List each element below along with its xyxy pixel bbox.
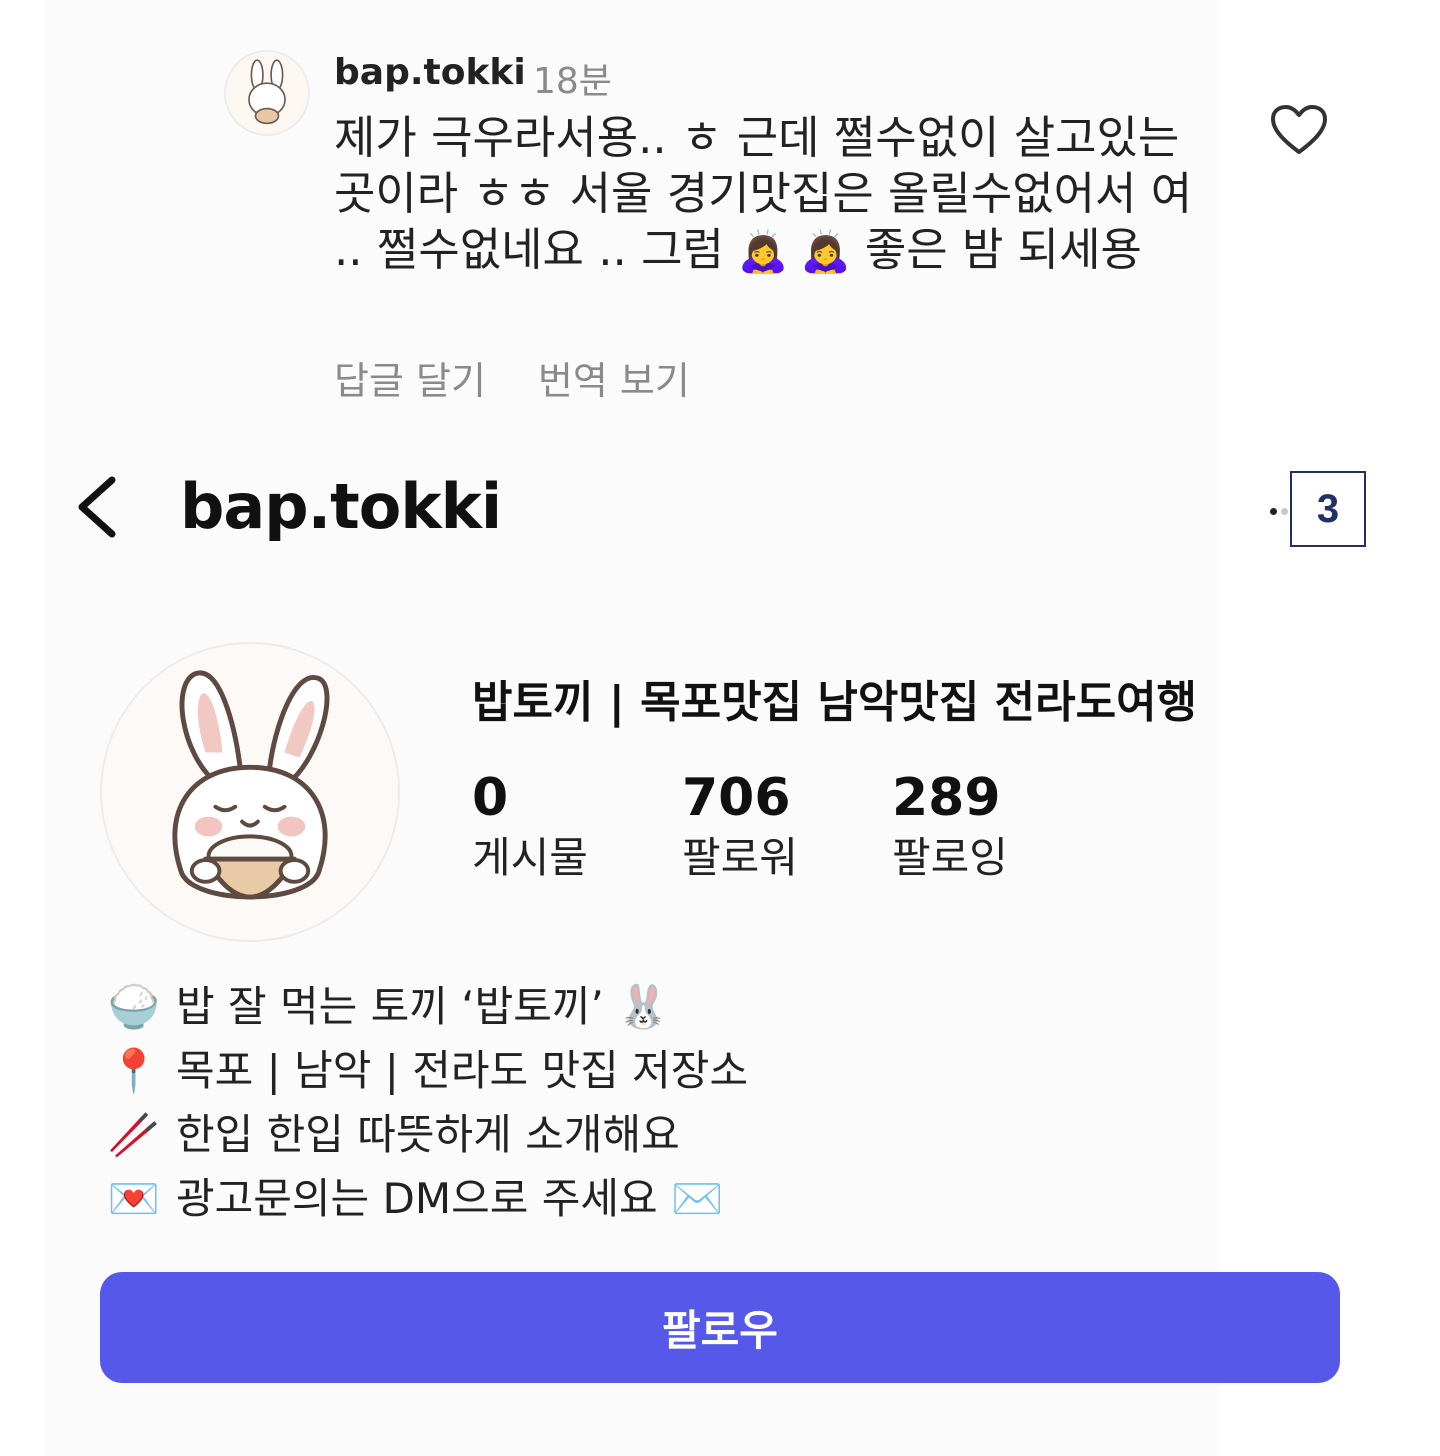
bio-line: 🥢 한입 한입 따뜻하게 소개해요 (104, 1103, 1004, 1167)
posts-count: 0 (472, 768, 509, 828)
stat-followers[interactable]: 706 팔로워 (682, 768, 798, 888)
bio-line: 💌 광고문의는 DM으로 주세요 ✉️ (104, 1167, 1004, 1231)
comment-text-part2: 좋은 밤 되세용 (850, 223, 1142, 276)
heart-outline-icon[interactable] (1270, 104, 1328, 156)
chevron-left-icon[interactable] (72, 474, 122, 540)
bio-text: 밥 잘 먹는 토끼 ‘밥토끼’ 🐰 (176, 982, 670, 1031)
rice-bowl-icon: 🍚 (107, 982, 161, 1031)
comment-actions: 답글 달기 번역 보기 (334, 350, 690, 405)
bio-text: 광고문의는 DM으로 주세요 ✉️ (176, 1174, 724, 1223)
translate-button[interactable]: 번역 보기 (538, 359, 690, 403)
reply-button[interactable]: 답글 달기 (334, 359, 486, 403)
love-letter-icon: 💌 (107, 1174, 161, 1223)
profile-bio: 🍚 밥 잘 먹는 토끼 ‘밥토끼’ 🐰 📍 목포 | 남악 | 전라도 맛집 저장소… (104, 975, 1004, 1231)
posts-label: 게시물 (472, 833, 588, 882)
chopsticks-icon: 🥢 (107, 1110, 161, 1159)
comment-username[interactable]: bap.tokki (334, 52, 526, 93)
stat-following[interactable]: 289 팔로잉 (892, 768, 1008, 888)
header-username: bap.tokki (180, 470, 502, 543)
comment-item: bap.tokki 18분 제가 극우라서용.. ㅎ 근데 쩔수없이 살고있는 … (0, 0, 1440, 420)
profile-avatar[interactable] (100, 642, 400, 942)
comment-text: 제가 극우라서용.. ㅎ 근데 쩔수없이 살고있는 곳이라 ㅎㅎ 서울 경기맛집… (334, 110, 1214, 280)
comment-timestamp: 18분 (533, 61, 612, 102)
bio-text: 한입 한입 따뜻하게 소개해요 (176, 1110, 680, 1159)
comment-avatar[interactable] (224, 50, 310, 136)
bunny-avatar-icon (248, 59, 286, 125)
follow-button[interactable]: 팔로우 (100, 1272, 1340, 1383)
comment-emoji: 🙇‍♀️ 🙇‍♀️ (738, 229, 851, 275)
stat-posts[interactable]: 0 게시물 (472, 768, 588, 888)
bio-text: 목포 | 남악 | 전라도 맛집 저장소 (176, 1046, 749, 1095)
annotation-badge: 3 (1290, 471, 1366, 547)
pin-icon: 📍 (107, 1046, 161, 1095)
profile-display-name: 밥토끼 | 목포맛집 남악맛집 전라도여행 (472, 677, 1198, 728)
followers-count: 706 (682, 768, 791, 828)
bio-line: 📍 목포 | 남악 | 전라도 맛집 저장소 (104, 1039, 1004, 1103)
bunny-eating-rice-icon (172, 670, 330, 900)
followers-label: 팔로워 (682, 833, 798, 882)
following-count: 289 (892, 768, 1001, 828)
bio-line: 🍚 밥 잘 먹는 토끼 ‘밥토끼’ 🐰 (104, 975, 1004, 1039)
following-label: 팔로잉 (892, 833, 1008, 882)
